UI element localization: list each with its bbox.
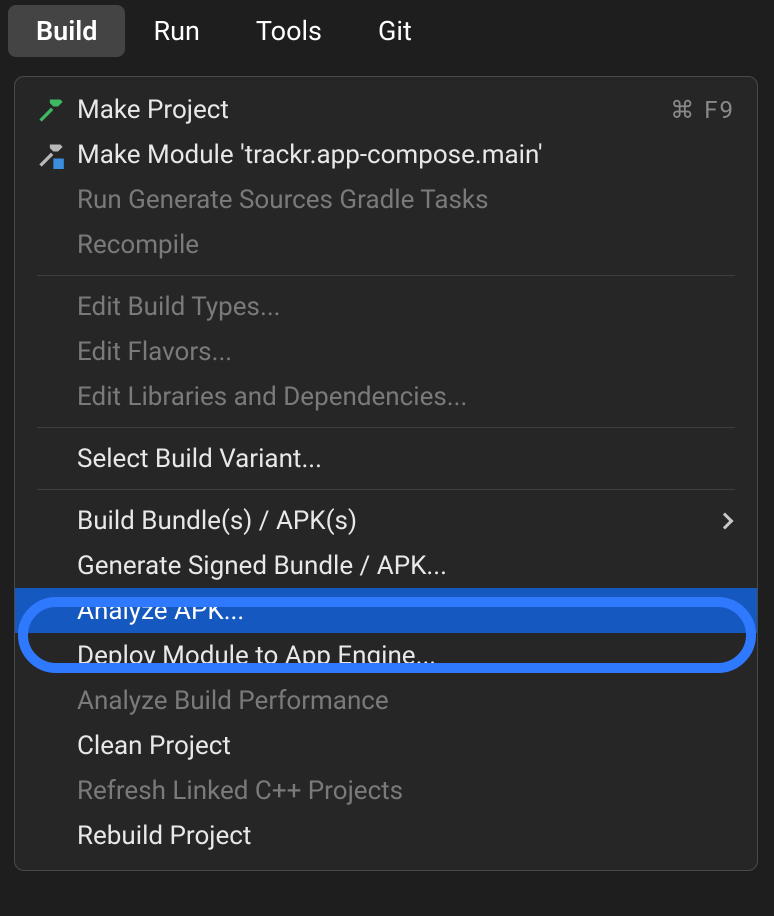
menubar-item-build[interactable]: Build <box>8 5 125 57</box>
menu-item-edit-flavors: Edit Flavors... <box>15 329 757 374</box>
menu-item-label: Generate Signed Bundle / APK... <box>77 551 735 581</box>
hammer-icon <box>37 96 77 124</box>
hammer-module-icon <box>37 141 77 169</box>
menu-item-label: Edit Build Types... <box>77 292 735 322</box>
menu-item-make-module[interactable]: Make Module 'trackr.app-compose.main' <box>15 132 757 177</box>
menu-item-label: Edit Libraries and Dependencies... <box>77 382 735 412</box>
menu-item-edit-build-types: Edit Build Types... <box>15 284 757 329</box>
menu-item-label: Recompile <box>77 230 735 260</box>
menu-item-label: Make Module 'trackr.app-compose.main' <box>77 140 735 170</box>
chevron-right-icon <box>717 512 734 529</box>
menu-item-label: Analyze Build Performance <box>77 686 735 716</box>
menu-item-label: Rebuild Project <box>77 821 735 851</box>
menubar: Build Run Tools Git <box>0 0 774 62</box>
menu-item-analyze-apk[interactable]: Analyze APK... <box>15 588 757 633</box>
menubar-item-git[interactable]: Git <box>350 5 440 57</box>
menu-item-label: Make Project <box>77 95 670 125</box>
menu-item-rebuild-project[interactable]: Rebuild Project <box>15 813 757 858</box>
menu-separator <box>37 427 735 428</box>
menubar-item-run[interactable]: Run <box>125 5 227 57</box>
menu-item-label: Clean Project <box>77 731 735 761</box>
build-menu-dropdown: Make Project ⌘ F9 Make Module 'trackr.ap… <box>14 76 758 871</box>
menu-item-refresh-cpp: Refresh Linked C++ Projects <box>15 768 757 813</box>
menu-item-label: Run Generate Sources Gradle Tasks <box>77 185 735 215</box>
menu-item-clean-project[interactable]: Clean Project <box>15 723 757 768</box>
menu-item-label: Deploy Module to App Engine... <box>77 641 735 671</box>
menu-item-recompile: Recompile <box>15 222 757 267</box>
menu-item-run-generate-sources: Run Generate Sources Gradle Tasks <box>15 177 757 222</box>
menu-separator <box>37 489 735 490</box>
menu-item-label: Build Bundle(s) / APK(s) <box>77 506 719 536</box>
menu-item-select-build-variant[interactable]: Select Build Variant... <box>15 436 757 481</box>
menu-separator <box>37 275 735 276</box>
menu-item-label: Select Build Variant... <box>77 444 735 474</box>
menu-item-analyze-build-performance: Analyze Build Performance <box>15 678 757 723</box>
menu-item-deploy-module[interactable]: Deploy Module to App Engine... <box>15 633 757 678</box>
menu-item-label: Analyze APK... <box>77 596 735 626</box>
menu-item-label: Edit Flavors... <box>77 337 735 367</box>
menu-item-generate-signed[interactable]: Generate Signed Bundle / APK... <box>15 543 757 588</box>
menu-item-make-project[interactable]: Make Project ⌘ F9 <box>15 87 757 132</box>
menu-item-build-bundles-apks[interactable]: Build Bundle(s) / APK(s) <box>15 498 757 543</box>
menu-item-shortcut: ⌘ F9 <box>670 96 735 124</box>
menu-item-label: Refresh Linked C++ Projects <box>77 776 735 806</box>
menubar-item-tools[interactable]: Tools <box>228 5 350 57</box>
menu-item-edit-libraries: Edit Libraries and Dependencies... <box>15 374 757 419</box>
